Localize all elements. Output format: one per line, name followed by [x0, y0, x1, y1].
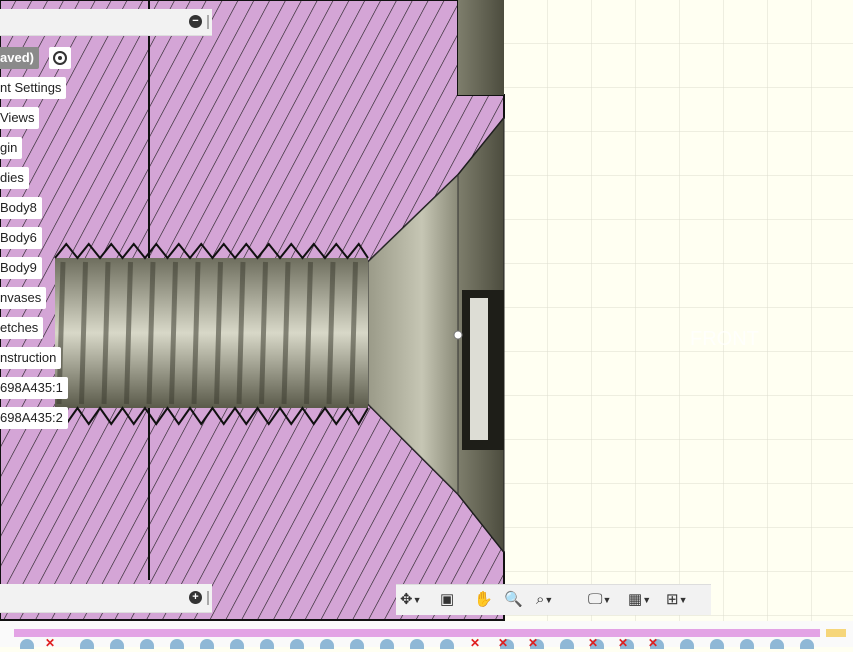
origin-point[interactable]: [453, 330, 463, 340]
canvas-viewport[interactable]: FRONT: [0, 0, 853, 647]
timeline-feature-icon[interactable]: [140, 639, 154, 649]
timeline-error-icon[interactable]: ✕: [528, 636, 538, 650]
zoom-icon[interactable]: 🔍: [504, 589, 523, 611]
timeline-feature-icon[interactable]: [380, 639, 394, 649]
document-name[interactable]: aved): [0, 47, 39, 69]
display-settings-icon[interactable]: 🖵▼: [588, 589, 611, 611]
orbit-icon[interactable]: ✥▼: [400, 589, 422, 611]
navigation-toolbar: ✥▼ ▣ ✋ 🔍 ⌕▼ 🖵▼ ▦▼ ⊞▼: [396, 584, 711, 615]
tree-item-component-2[interactable]: 698A435:2: [0, 407, 68, 429]
expand-icon[interactable]: +: [189, 591, 202, 604]
timeline-feature-icon[interactable]: [680, 639, 694, 649]
panel-grip[interactable]: [207, 15, 209, 29]
timeline-feature-icon[interactable]: [560, 639, 574, 649]
tree-item-body9[interactable]: Body9: [0, 257, 42, 279]
tree-item-document-settings[interactable]: nt Settings: [0, 77, 67, 99]
timeline-marker[interactable]: [826, 629, 846, 637]
tree-item-bodies[interactable]: dies: [0, 167, 29, 189]
timeline-error-icon[interactable]: ✕: [648, 636, 658, 650]
collapse-icon[interactable]: −: [189, 15, 202, 28]
timeline-feature-icon[interactable]: [320, 639, 334, 649]
screw-head-top: [458, 0, 504, 95]
timeline-error-icon[interactable]: ✕: [618, 636, 628, 650]
browser-header: −: [0, 9, 212, 36]
pan-icon[interactable]: ✋: [474, 589, 493, 611]
timeline-feature-icon[interactable]: [770, 639, 784, 649]
timeline-feature-icon[interactable]: [440, 639, 454, 649]
timeline-feature-icon[interactable]: [350, 639, 364, 649]
timeline-feature-icon[interactable]: [290, 639, 304, 649]
timeline[interactable]: ✕ ✕ ✕ ✕ ✕ ✕ ✕: [0, 621, 853, 650]
tree-item-sketches[interactable]: etches: [0, 317, 44, 339]
timeline-feature-icon[interactable]: [740, 639, 754, 649]
tree-item-origin[interactable]: gin: [0, 137, 23, 159]
timeline-feature-icon[interactable]: [170, 639, 184, 649]
viewports-icon[interactable]: ⊞▼: [666, 589, 688, 611]
timeline-error-icon[interactable]: ✕: [588, 636, 598, 650]
timeline-feature-icon[interactable]: [20, 639, 34, 649]
tree-item-body8[interactable]: Body8: [0, 197, 42, 219]
look-at-icon[interactable]: ▣: [440, 589, 454, 611]
timeline-feature-icon[interactable]: [80, 639, 94, 649]
active-radio-icon[interactable]: [49, 47, 71, 69]
timeline-feature-icon[interactable]: [410, 639, 424, 649]
timeline-feature-icon[interactable]: [260, 639, 274, 649]
viewcube-label[interactable]: FRONT: [690, 328, 759, 350]
tree-item-body6[interactable]: Body6: [0, 227, 42, 249]
timeline-track[interactable]: [14, 629, 820, 637]
timeline-error-icon[interactable]: ✕: [498, 636, 508, 650]
timeline-feature-icon[interactable]: [200, 639, 214, 649]
model-canvas[interactable]: FRONT: [0, 0, 853, 647]
fit-icon[interactable]: ⌕▼: [536, 589, 553, 611]
timeline-error-icon[interactable]: ✕: [470, 636, 480, 650]
tree-item-canvases[interactable]: nvases: [0, 287, 47, 309]
tree-item-named-views[interactable]: Views: [0, 107, 40, 129]
tree-item-component-1[interactable]: 698A435:1: [0, 377, 68, 399]
grid-plane: [504, 0, 853, 647]
tree-item-construction[interactable]: nstruction: [0, 347, 62, 369]
panel-grip[interactable]: [207, 591, 209, 605]
timeline-feature-icon[interactable]: [800, 639, 814, 649]
timeline-feature-icon[interactable]: [230, 639, 244, 649]
grid-icon[interactable]: ▦▼: [628, 589, 651, 611]
timeline-error-icon[interactable]: ✕: [45, 636, 55, 650]
timeline-feature-icon[interactable]: [110, 639, 124, 649]
timeline-feature-icon[interactable]: [710, 639, 724, 649]
comments-panel: +: [0, 584, 212, 613]
thread-shank: [55, 258, 368, 408]
